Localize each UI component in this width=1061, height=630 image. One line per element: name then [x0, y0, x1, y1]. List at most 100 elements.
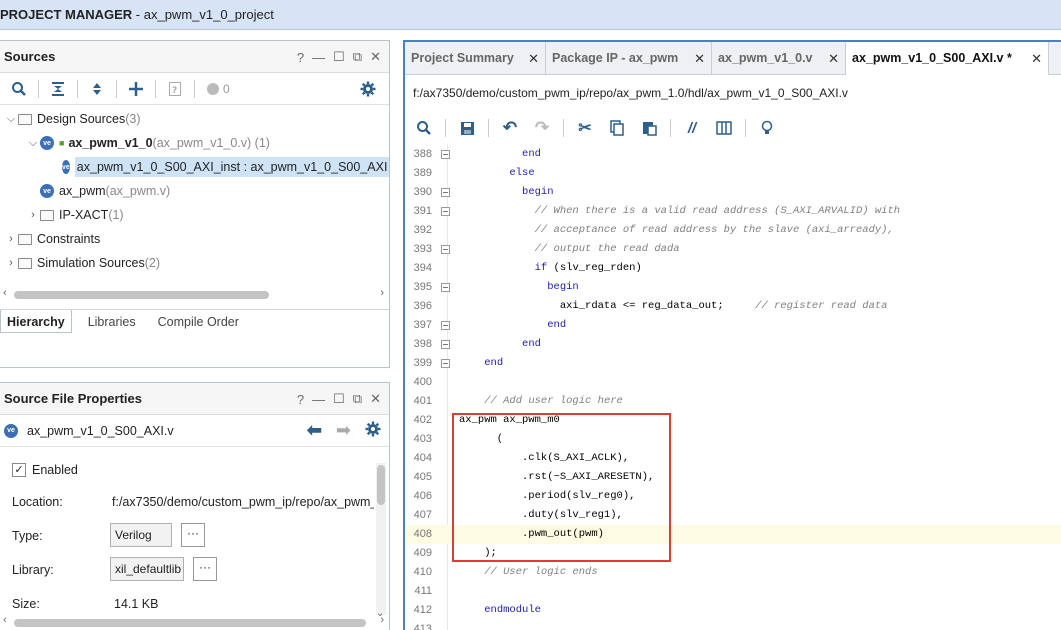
code-line[interactable]: 399 end [405, 354, 1061, 373]
tree-item-ax-pwm-v1-0[interactable]: ⌵ ve ■ ax_pwm_v1_0 (ax_pwm_v1_0.v) (1) [0, 131, 389, 155]
tree-item-ax-pwm[interactable]: ve ax_pwm (ax_pwm.v) [0, 179, 389, 203]
horizontal-scrollbar[interactable]: ‹ › [0, 287, 388, 301]
copy-icon[interactable] [604, 116, 630, 140]
float-icon[interactable]: ⧉ [353, 49, 362, 65]
help-icon[interactable]: ? [297, 392, 304, 407]
expand-all-icon[interactable] [84, 77, 110, 101]
code-line[interactable]: 400 [405, 373, 1061, 392]
fold-icon[interactable] [441, 188, 450, 197]
expand-arrow-icon[interactable]: ⌵ [26, 137, 40, 150]
search-icon[interactable] [6, 77, 32, 101]
code-line[interactable]: 412 endmodule [405, 601, 1061, 620]
column-select-icon[interactable] [711, 116, 737, 140]
code-line[interactable]: 413 [405, 620, 1061, 630]
fold-icon[interactable] [441, 321, 450, 330]
scrollbar-thumb[interactable] [377, 465, 385, 505]
tab-compile-order[interactable]: Compile Order [152, 310, 245, 333]
scroll-right-icon[interactable]: › [380, 287, 384, 299]
enabled-checkbox[interactable]: ✓ [12, 463, 26, 477]
code-line[interactable]: 393 // output the read dada [405, 240, 1061, 259]
expand-arrow-icon[interactable]: ⌵ [4, 113, 18, 126]
code-line[interactable]: 391 // When there is a valid read addres… [405, 202, 1061, 221]
undo-icon[interactable]: ↶ [497, 116, 523, 140]
tree-item-s00-axi-inst[interactable]: ve ax_pwm_v1_0_S00_AXI_inst : ax_pwm_v1_… [0, 155, 390, 179]
close-tab-icon[interactable]: ✕ [694, 42, 705, 75]
tab-package-ip[interactable]: Package IP - ax_pwm ✕ [546, 42, 712, 75]
maximize-icon[interactable]: ☐ [333, 49, 345, 65]
type-browse-button[interactable]: ··· [181, 523, 205, 547]
redo-icon[interactable]: ↷ [529, 116, 555, 140]
collapse-all-icon[interactable] [45, 77, 71, 101]
help-icon[interactable]: ? [297, 50, 304, 65]
minimize-icon[interactable]: — [312, 392, 325, 407]
tab-label: Project Summary [411, 51, 514, 65]
fold-icon[interactable] [441, 150, 450, 159]
code-line[interactable]: 410 // User logic ends [405, 563, 1061, 582]
paste-icon[interactable] [636, 116, 662, 140]
tab-ax-pwm-v1-0-v[interactable]: ax_pwm_v1_0.v ✕ [712, 42, 846, 75]
tab-project-summary[interactable]: Project Summary ✕ [405, 42, 546, 75]
code-line[interactable]: 395 begin [405, 278, 1061, 297]
add-icon[interactable] [123, 77, 149, 101]
tree-item-ip-xact[interactable]: › IP-XACT (1) [0, 203, 389, 227]
code-line[interactable]: 389 else [405, 164, 1061, 183]
line-number: 391 [413, 205, 432, 217]
gear-icon[interactable] [355, 77, 381, 101]
expand-arrow-icon[interactable]: › [4, 233, 18, 245]
code-text: // output the read dada [534, 243, 680, 255]
fold-icon[interactable] [441, 340, 450, 349]
code-line[interactable]: 401 // Add user logic here [405, 392, 1061, 411]
verilog-file-icon: ve [40, 136, 54, 150]
verilog-file-icon: ve [4, 423, 18, 438]
unknown-doc-icon[interactable]: ? [162, 77, 188, 101]
code-line[interactable]: 394 if (slv_reg_rden) [405, 259, 1061, 278]
cut-icon[interactable]: ✂ [572, 116, 598, 140]
tab-libraries[interactable]: Libraries [82, 310, 142, 333]
scroll-left-icon[interactable]: ‹ [3, 287, 7, 299]
code-line[interactable]: 397 end [405, 316, 1061, 335]
expand-arrow-icon[interactable]: › [4, 257, 18, 269]
scrollbar-thumb[interactable] [14, 291, 269, 299]
properties-body: ✓ Enabled Location: f:/ax7350/demo/custo… [0, 447, 389, 629]
float-icon[interactable]: ⧉ [353, 391, 362, 407]
vertical-scrollbar[interactable]: ⌄ [376, 463, 386, 619]
expand-arrow-icon[interactable]: › [26, 209, 40, 221]
fold-icon[interactable] [441, 359, 450, 368]
maximize-icon[interactable]: ☐ [333, 391, 345, 407]
close-tab-icon[interactable]: ✕ [528, 42, 539, 75]
tab-hierarchy[interactable]: Hierarchy [0, 310, 72, 333]
properties-hscrollbar[interactable]: ‹ › [0, 614, 388, 629]
code-line[interactable]: 398 end [405, 335, 1061, 354]
fold-icon[interactable] [441, 245, 450, 254]
code-line[interactable]: 396 axi_rdata <= reg_data_out; // regist… [405, 297, 1061, 316]
tree-item-simulation-sources[interactable]: › Simulation Sources (2) [0, 251, 389, 275]
scroll-right-icon[interactable]: › [380, 614, 384, 626]
close-icon[interactable]: ✕ [370, 49, 381, 65]
tree-item-design-sources[interactable]: ⌵ Design Sources (3) [0, 107, 389, 131]
close-tab-icon[interactable]: ✕ [1031, 42, 1042, 75]
close-tab-icon[interactable]: ✕ [828, 42, 839, 75]
forward-arrow-icon[interactable]: ➡ [336, 420, 351, 441]
lightbulb-icon[interactable] [754, 116, 780, 140]
close-icon[interactable]: ✕ [370, 391, 381, 407]
tab-ax-pwm-v1-0-s00-axi-v[interactable]: ax_pwm_v1_0_S00_AXI.v * ✕ [846, 42, 1049, 75]
library-browse-button[interactable]: ··· [193, 557, 217, 581]
gear-icon[interactable] [365, 421, 381, 440]
search-icon[interactable] [411, 116, 437, 140]
fold-icon[interactable] [441, 283, 450, 292]
hierarchy-icon: ■ [59, 138, 65, 148]
code-line[interactable]: 411 [405, 582, 1061, 601]
scroll-left-icon[interactable]: ‹ [3, 614, 7, 626]
code-line[interactable]: 388 end [405, 145, 1061, 164]
comment-icon[interactable]: // [679, 116, 705, 140]
fold-icon[interactable] [441, 207, 450, 216]
tree-item-constraints[interactable]: › Constraints [0, 227, 389, 251]
line-number: 405 [413, 471, 432, 483]
scrollbar-thumb[interactable] [14, 619, 366, 627]
save-icon[interactable] [454, 116, 480, 140]
sources-tree: ⌵ Design Sources (3) ⌵ ve ■ ax_pwm_v1_0 … [0, 105, 390, 309]
minimize-icon[interactable]: — [312, 50, 325, 65]
code-line[interactable]: 392 // acceptance of read address by the… [405, 221, 1061, 240]
back-arrow-icon[interactable]: ⬅ [307, 420, 322, 441]
code-line[interactable]: 390 begin [405, 183, 1061, 202]
